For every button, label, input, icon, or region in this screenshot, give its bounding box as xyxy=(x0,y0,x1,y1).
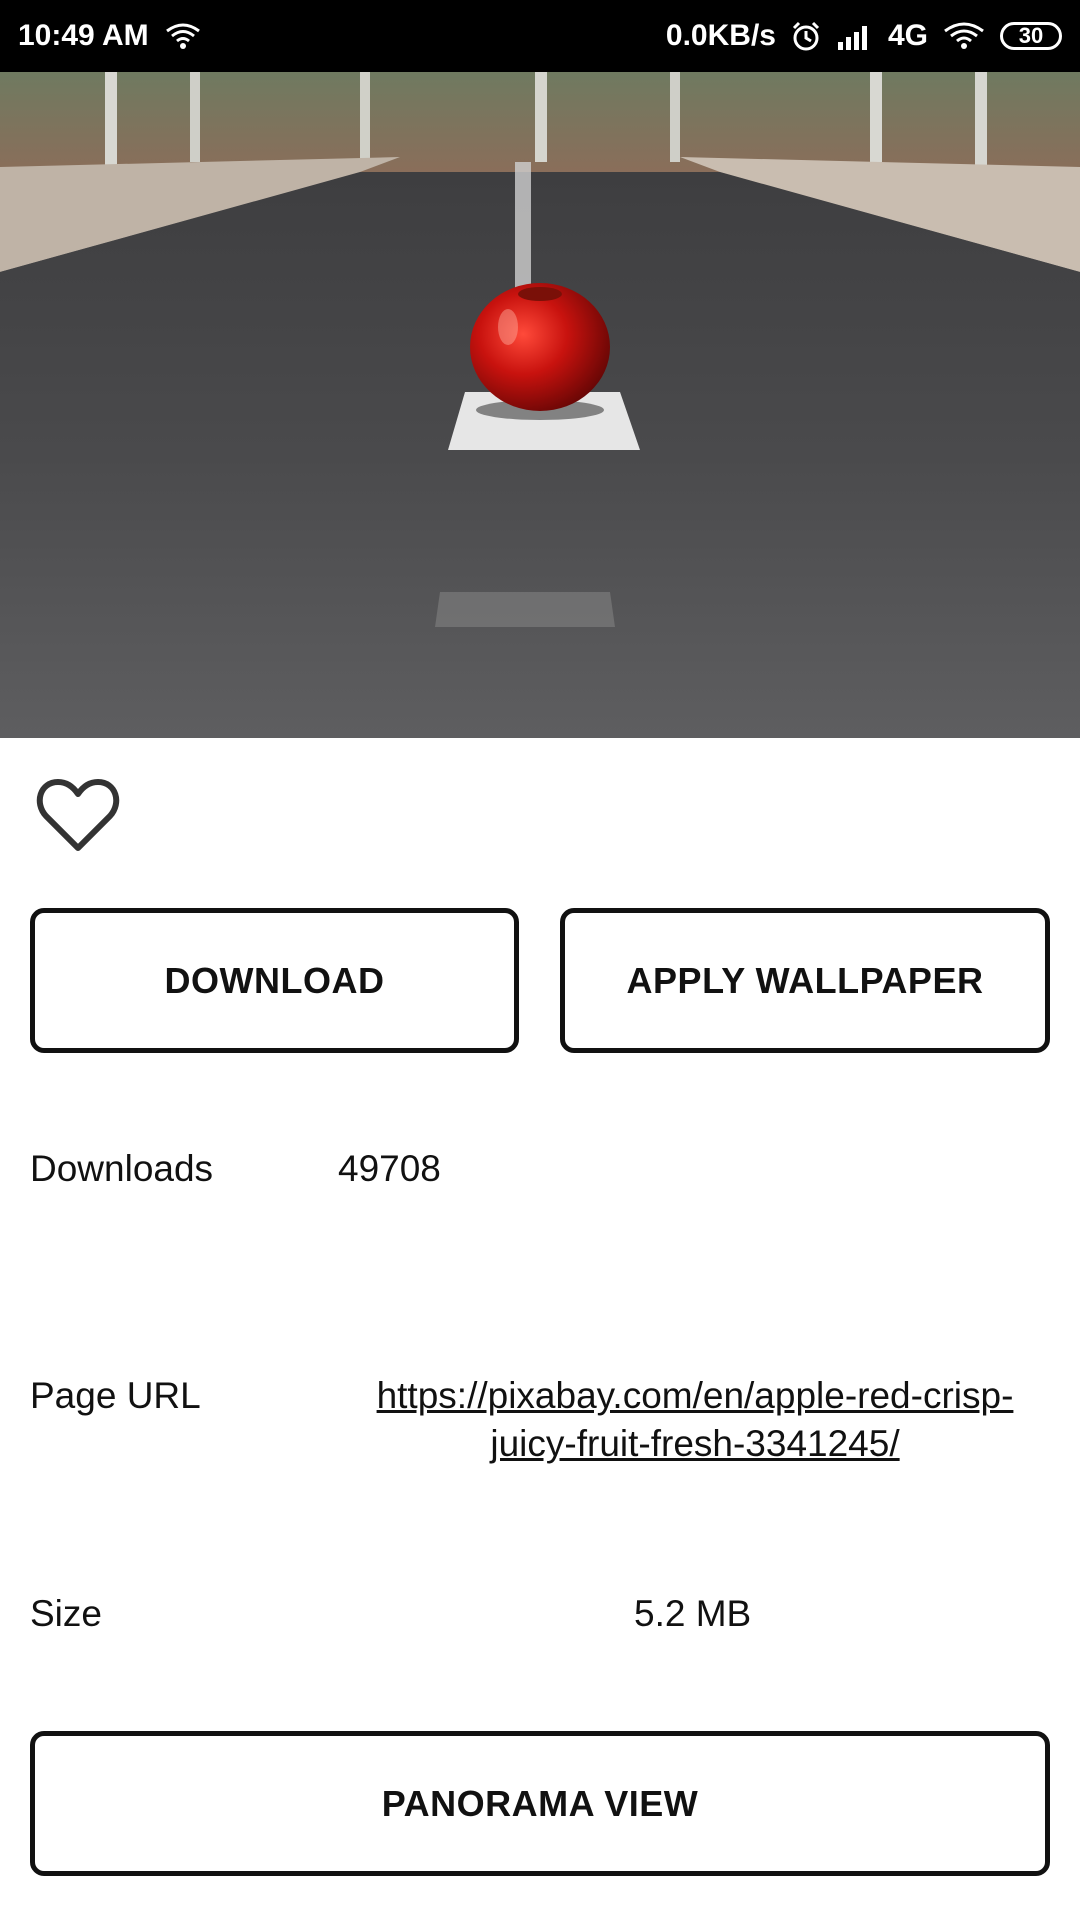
heart-outline-icon xyxy=(36,779,120,851)
apply-wallpaper-button-label: APPLY WALLPAPER xyxy=(626,959,984,1001)
page-url-link[interactable]: https://pixabay.com/en/apple-red-crisp-j… xyxy=(350,1372,1040,1468)
wallpaper-preview-image[interactable] xyxy=(0,72,1080,738)
page-url-label: Page URL xyxy=(30,1375,201,1416)
signal-icon xyxy=(836,22,874,50)
apply-wallpaper-button[interactable]: APPLY WALLPAPER xyxy=(560,908,1050,1053)
downloads-label: Downloads xyxy=(30,1148,214,1189)
status-time: 10:49 AM xyxy=(18,19,149,52)
status-bar: 10:49 AM 0.0KB/s 4G 30 xyxy=(0,0,1080,72)
size-label: Size xyxy=(30,1593,102,1634)
network-speed: 0.0KB/s xyxy=(665,19,776,52)
wifi-icon xyxy=(942,21,986,51)
size-value: 5.2 MB xyxy=(634,1593,752,1634)
wifi-hotspot-icon xyxy=(163,21,203,51)
battery-indicator: 30 xyxy=(1000,22,1062,50)
panorama-view-button[interactable]: PANORAMA VIEW xyxy=(30,1731,1050,1876)
status-right: 0.0KB/s 4G 30 xyxy=(666,19,1062,53)
panorama-view-button-label: PANORAMA VIEW xyxy=(381,1782,699,1824)
favorite-button[interactable] xyxy=(36,776,120,854)
download-button[interactable]: DOWNLOAD xyxy=(30,908,519,1053)
status-left: 10:49 AM xyxy=(18,19,203,53)
network-type: 4G xyxy=(887,19,928,52)
apple-on-road-illustration xyxy=(0,72,1080,738)
downloads-value: 49708 xyxy=(338,1148,441,1189)
download-button-label: DOWNLOAD xyxy=(164,959,385,1001)
battery-level: 30 xyxy=(1018,23,1044,48)
alarm-icon xyxy=(790,20,822,52)
